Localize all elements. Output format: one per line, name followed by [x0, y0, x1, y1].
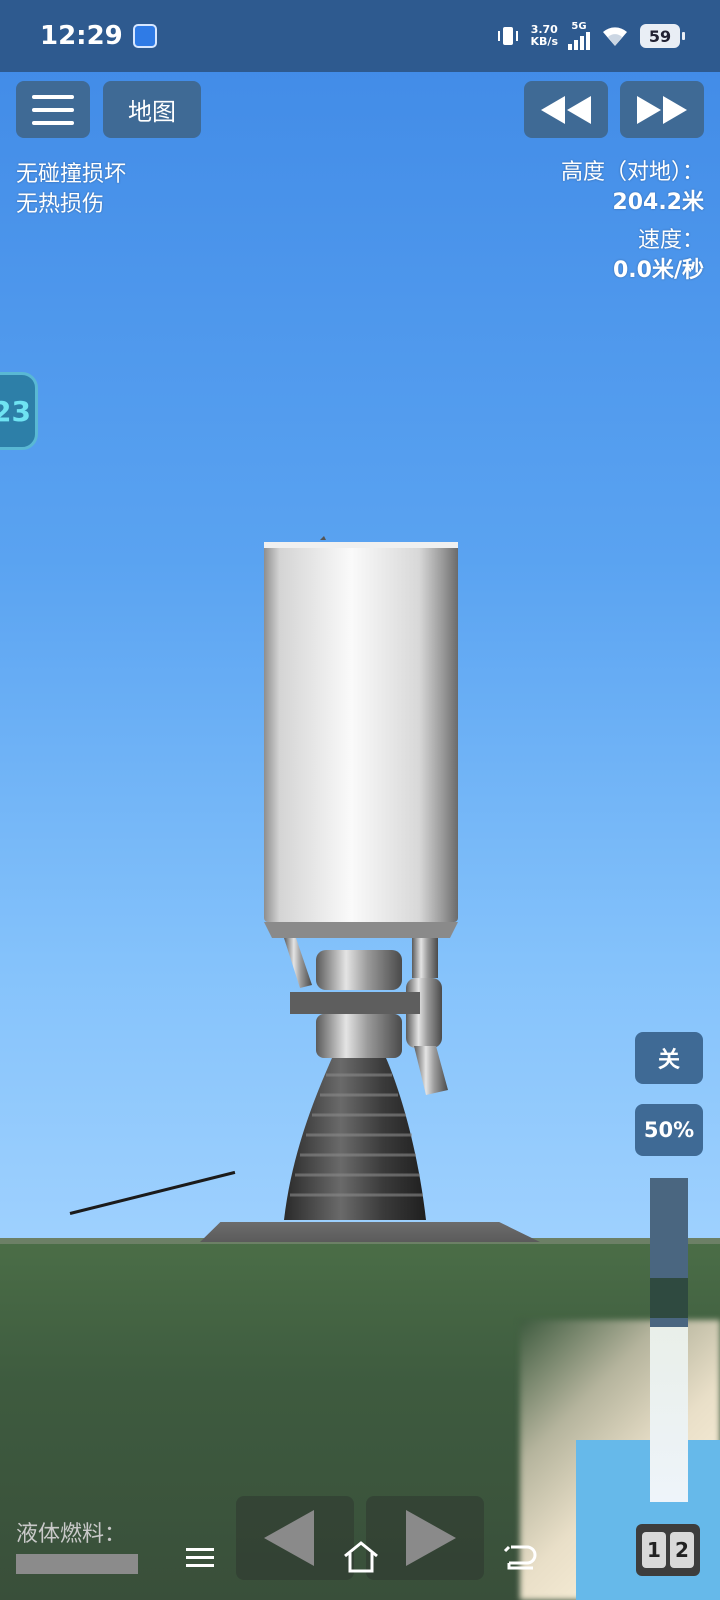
menu-button[interactable] [16, 81, 90, 138]
nav-menu-icon [186, 1548, 214, 1567]
fuel-label: 液体燃料： [16, 1522, 127, 1547]
water [576, 1440, 720, 1600]
status-bar: 12:29 3.70 KB/s 5G 59 [0, 0, 720, 72]
speed-up-button[interactable] [620, 81, 704, 138]
rotate-left-pad[interactable] [236, 1496, 354, 1580]
launch-debris [69, 1170, 236, 1215]
throttle-marker [650, 1278, 688, 1318]
throttle-fill [650, 1327, 688, 1502]
slow-down-button[interactable] [524, 81, 608, 138]
net-speed-unit: KB/s [530, 35, 558, 48]
side-floating-tab[interactable]: 23 [0, 372, 38, 450]
back-icon [503, 1545, 537, 1570]
status-icons: 3.70 KB/s 5G 59 [495, 22, 685, 50]
collision-damage-text: 无碰撞损坏 [16, 162, 127, 187]
nav-back-button[interactable] [500, 1538, 540, 1576]
throttle-percent-button[interactable]: 50% [635, 1104, 703, 1156]
throttle-slider[interactable] [650, 1178, 688, 1502]
map-button[interactable]: 地图 [103, 81, 201, 138]
home-icon [344, 1541, 378, 1573]
battery-level: 59 [648, 26, 672, 46]
fast-forward-icon [637, 95, 687, 124]
stage-2: 2 [670, 1532, 694, 1568]
net-speed: 3.70 KB/s [531, 24, 558, 48]
rewind-icon [541, 95, 591, 124]
flight-readouts: 高度（对地）： 204.2米 速度： 0.0米/秒 [561, 158, 704, 286]
fuel-tank [264, 542, 458, 922]
damage-status: 无碰撞损坏 无热损伤 [16, 160, 126, 220]
network-type: 5G [571, 21, 587, 32]
fuel-bar [16, 1554, 138, 1574]
status-time: 12:29 [40, 21, 123, 51]
altitude-label: 高度（对地）： [560, 160, 704, 185]
gallery-icon [132, 24, 157, 48]
altitude-value: 204.2米 [612, 190, 704, 215]
rocket [264, 536, 458, 1220]
stage-1: 1 [642, 1532, 666, 1568]
velocity-label: 速度： [637, 228, 704, 253]
side-tab-text: 23 [0, 394, 31, 428]
rotate-right-icon [406, 1510, 456, 1566]
nav-home-button[interactable] [340, 1536, 382, 1578]
wifi-icon [603, 27, 627, 46]
vibrate-icon [497, 27, 518, 45]
rotate-right-pad[interactable] [366, 1496, 484, 1580]
heat-damage-text: 无热损伤 [16, 192, 105, 217]
velocity-value: 0.0米/秒 [612, 258, 704, 283]
signal-icon: 5G [568, 22, 590, 50]
hamburger-icon [32, 94, 74, 125]
nav-menu-button[interactable] [180, 1540, 220, 1576]
battery-icon: 59 [640, 24, 685, 48]
stage-switch-button[interactable]: 1 2 [636, 1524, 700, 1576]
rotate-left-icon [264, 1510, 314, 1566]
engine-toggle-button[interactable]: 关 [635, 1032, 703, 1084]
